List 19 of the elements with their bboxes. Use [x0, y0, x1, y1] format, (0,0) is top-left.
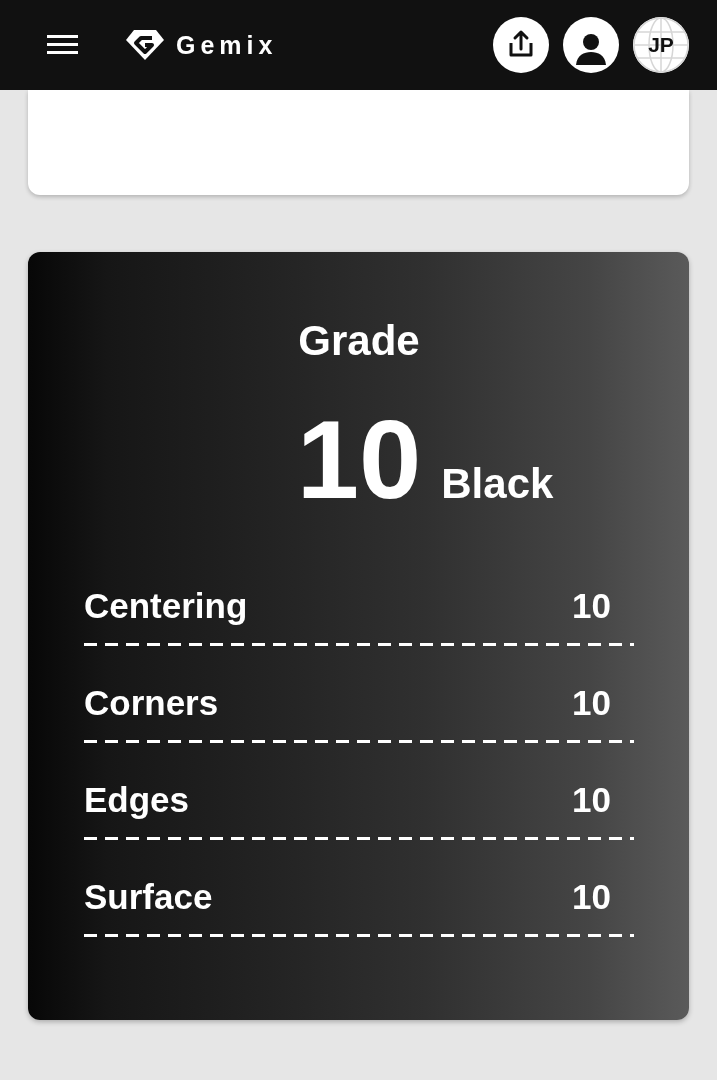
subgrade-label: Centering [84, 586, 248, 626]
language-button[interactable]: JP [633, 17, 689, 73]
globe-icon [633, 17, 689, 73]
share-button[interactable] [493, 17, 549, 73]
grade-title: Grade [298, 318, 420, 364]
person-icon [575, 33, 607, 65]
subgrade-label: Corners [84, 683, 219, 723]
grade-score: 10 [296, 402, 422, 518]
grade-label: Black [441, 460, 554, 508]
subgrade-value: 10 [572, 586, 611, 626]
subgrade-value: 10 [572, 780, 611, 820]
subgrade-value: 10 [572, 877, 611, 917]
logo-text: Gemix [176, 30, 278, 60]
subgrade-value: 10 [572, 683, 611, 723]
profile-button[interactable] [563, 17, 619, 73]
menu-icon[interactable] [47, 34, 78, 54]
logo-icon [126, 30, 164, 60]
subgrade-label: Surface [84, 877, 213, 917]
subgrade-label: Edges [84, 780, 190, 820]
